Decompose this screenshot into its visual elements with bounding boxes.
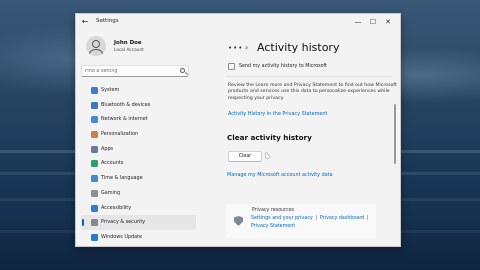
windows-update-icon — [91, 233, 98, 241]
mouse-cursor-icon — [264, 151, 270, 159]
title-bar: ← Settings — ☐ ✕ — [76, 14, 400, 30]
clear-history-heading: Clear activity history — [227, 133, 312, 142]
privacy-statement-resource-link[interactable]: Privacy Statement — [251, 224, 295, 229]
scrollbar[interactable] — [394, 104, 396, 164]
network-icon — [91, 116, 98, 124]
time-language-icon — [91, 175, 98, 183]
privacy-description: Review the Learn more and Privacy Statem… — [228, 83, 397, 101]
resources-title: Privacy resources — [252, 208, 295, 213]
avatar[interactable] — [86, 36, 106, 56]
sidebar-item-windows-update[interactable]: Windows Update — [81, 230, 196, 245]
sidebar-item-label: System — [101, 87, 120, 93]
breadcrumb-overflow[interactable]: ••• — [228, 44, 243, 52]
sidebar-item-label: Bluetooth & devices — [101, 101, 151, 108]
avatar-body — [89, 49, 103, 56]
accounts-icon — [91, 160, 98, 168]
minimize-button[interactable]: — — [352, 17, 364, 27]
back-arrow-icon[interactable]: ← — [80, 17, 90, 27]
settings-window: ← Settings — ☐ ✕ John Doe Local Account … — [75, 13, 401, 247]
sidebar-item-label: Gaming — [101, 189, 121, 196]
sidebar-nav: System Bluetooth & devices Network & int… — [81, 83, 196, 245]
user-avatar-icon — [92, 40, 100, 48]
maximize-button[interactable]: ☐ — [367, 17, 379, 27]
gaming-icon — [91, 189, 98, 197]
bluetooth-icon — [91, 101, 98, 109]
system-icon — [91, 87, 98, 94]
sidebar-item-label: Network & internet — [101, 116, 148, 123]
privacy-shield-icon — [91, 219, 98, 227]
sidebar-item-accessibility[interactable]: Accessibility — [81, 201, 196, 216]
send-activity-checkbox[interactable] — [228, 63, 235, 70]
app-title: Settings — [96, 18, 119, 24]
sidebar-item-label: Accounts — [101, 160, 124, 167]
personalization-icon — [91, 131, 98, 139]
divider — [226, 76, 392, 77]
link-separator: | — [367, 216, 369, 221]
sidebar-item-personalization[interactable]: Personalization — [81, 127, 196, 142]
sidebar-item-accounts[interactable]: Accounts — [81, 156, 196, 171]
sidebar-item-network[interactable]: Network & internet — [81, 112, 196, 127]
user-name: John Doe — [114, 40, 142, 46]
send-activity-label[interactable]: Send my activity history to Microsoft — [239, 64, 327, 69]
sidebar-item-system[interactable]: System — [81, 83, 196, 98]
apps-icon — [91, 145, 98, 153]
clear-button[interactable]: Clear — [228, 151, 262, 162]
privacy-resources-card: Privacy resources Settings and your priv… — [226, 204, 376, 238]
sidebar-item-time-language[interactable]: Time & language — [81, 171, 196, 186]
settings-privacy-link[interactable]: Settings and your privacy — [251, 216, 313, 221]
sidebar-item-label: Time & language — [101, 175, 143, 182]
privacy-dashboard-link[interactable]: Privacy dashboard — [320, 216, 364, 221]
search-input[interactable] — [85, 66, 177, 76]
manage-activity-link[interactable]: Manage my Microsoft account activity dat… — [227, 172, 333, 178]
sidebar-item-label: Apps — [101, 145, 114, 152]
accessibility-icon — [91, 204, 98, 212]
search-icon[interactable] — [180, 68, 185, 73]
link-separator: | — [316, 216, 318, 221]
sidebar-item-label: Personalization — [101, 131, 139, 138]
search-box[interactable] — [81, 65, 189, 77]
sidebar-item-apps[interactable]: Apps — [81, 142, 196, 157]
sidebar-item-label: Windows Update — [101, 233, 143, 240]
close-button[interactable]: ✕ — [382, 17, 394, 27]
sidebar-item-label: Privacy & security — [101, 219, 146, 226]
sidebar-item-label: Accessibility — [101, 204, 132, 211]
breadcrumb-separator: › — [245, 43, 249, 52]
account-type: Local Account — [114, 48, 144, 53]
shield-icon — [234, 216, 243, 226]
privacy-statement-link[interactable]: Activity History in the Privacy Statemen… — [228, 111, 327, 117]
sidebar-item-privacy-security[interactable]: Privacy & security — [81, 215, 196, 230]
sidebar-item-gaming[interactable]: Gaming — [81, 186, 196, 201]
sidebar-item-bluetooth[interactable]: Bluetooth & devices — [81, 98, 196, 113]
page-title: Activity history — [257, 41, 340, 54]
